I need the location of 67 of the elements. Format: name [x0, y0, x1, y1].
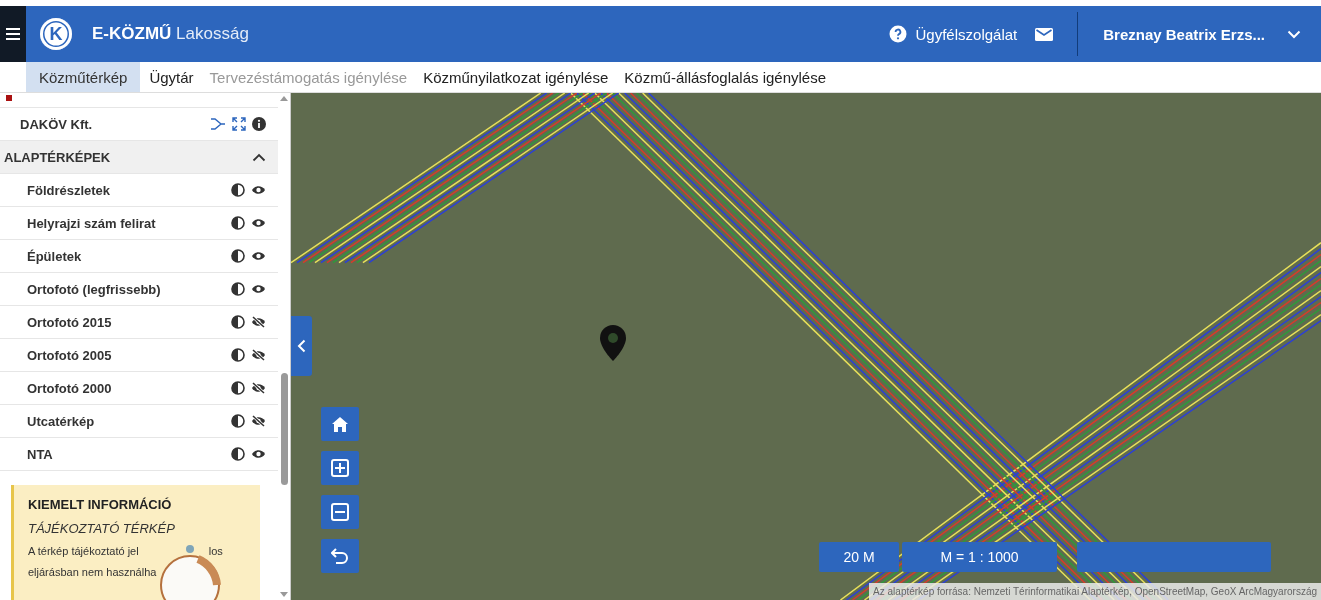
- map-pin-icon: [600, 325, 626, 361]
- satellite-map-placeholder[interactable]: 20 M M = 1 : 1000 Az alaptérkép forrása: Nemzeti Térinformatikai Alaptérkép, OpenStreetMap, GeoX ArcMagyarország: [291, 93, 1321, 600]
- chevron-up-icon: [252, 152, 266, 162]
- layer-name: Földrészletek: [27, 182, 111, 198]
- layer-name: Helyrajzi szám felirat: [27, 215, 156, 231]
- provider-name: DAKÖV Kft.: [20, 116, 94, 132]
- opacity-icon[interactable]: [231, 348, 245, 362]
- menu-button[interactable]: [0, 6, 26, 62]
- scrollbar-thumb[interactable]: [280, 373, 288, 485]
- eye-icon[interactable]: [251, 217, 266, 229]
- home-button[interactable]: [321, 407, 359, 441]
- opacity-icon[interactable]: [231, 183, 245, 197]
- nav-tab[interactable]: Közműtérkép: [26, 62, 141, 92]
- opacity-icon[interactable]: [231, 315, 245, 329]
- chevron-left-icon: [297, 339, 306, 353]
- collapse-panel-button[interactable]: [291, 316, 312, 376]
- eye-off-icon[interactable]: [251, 316, 266, 328]
- fullscreen-icon[interactable]: [232, 117, 246, 131]
- map-attribution: Az alaptérkép forrása: Nemzeti Térinformatikai Alaptérkép, OpenStreetMap, GeoX ArcMagyarország: [869, 583, 1321, 600]
- opacity-icon[interactable]: [231, 282, 245, 296]
- layer-name: Ortofotó 2000: [27, 380, 112, 396]
- opacity-icon[interactable]: [231, 381, 245, 395]
- eye-icon[interactable]: [251, 184, 266, 196]
- zoom-out-button[interactable]: [321, 495, 359, 529]
- help-icon: [888, 25, 907, 43]
- brand-title: E-KÖZMŰ Lakosság: [92, 24, 249, 44]
- eye-icon[interactable]: [251, 448, 266, 460]
- scroll-down-icon[interactable]: [280, 592, 288, 597]
- eye-icon[interactable]: [251, 283, 266, 295]
- info-text: eljárásban nem használha: [28, 566, 157, 578]
- info-text: los: [208, 545, 223, 557]
- layer-name: NTA: [27, 446, 53, 462]
- undo-icon: [331, 548, 349, 564]
- eye-off-icon[interactable]: [251, 382, 266, 394]
- eye-off-icon[interactable]: [251, 349, 266, 361]
- scale-bar: 20 M: [819, 542, 899, 572]
- info-text: A térkép tájékoztató jel: [28, 545, 139, 557]
- layer-name: Utcatérkép: [27, 413, 95, 429]
- zoom-in-icon: [331, 459, 349, 477]
- logo-circle: K: [40, 18, 72, 50]
- opacity-icon[interactable]: [231, 414, 245, 428]
- layer-color-icon: [6, 95, 12, 101]
- opacity-icon[interactable]: [231, 447, 245, 461]
- section-header[interactable]: ALAPTÉRKÉPEK: [0, 141, 278, 174]
- scroll-up-icon[interactable]: [280, 96, 288, 101]
- zoom-out-icon: [331, 503, 349, 521]
- layer-name: Ortofotó (legfrissebb): [27, 281, 161, 297]
- zoom-in-button[interactable]: [321, 451, 359, 485]
- undo-button[interactable]: [321, 539, 359, 573]
- menu-icon: [5, 26, 21, 42]
- opacity-icon[interactable]: [231, 216, 245, 230]
- opacity-icon[interactable]: [231, 249, 245, 263]
- route-icon[interactable]: [210, 117, 226, 131]
- layer-name: Ortofotó 2005: [27, 347, 112, 363]
- info-title: KIEMELT INFORMÁCIÓ: [28, 497, 173, 512]
- eye-icon[interactable]: [251, 250, 266, 262]
- mail-icon[interactable]: [1035, 27, 1054, 41]
- user-menu-button[interactable]: Breznay Beatrix Erzs...: [1103, 25, 1301, 43]
- info-icon[interactable]: [252, 117, 266, 131]
- scale-ratio: M = 1 : 1000: [902, 542, 1057, 572]
- layer-name: Ortofotó 2015: [27, 314, 112, 330]
- info-subtitle: TÁJÉKOZTATÓ TÉRKÉP: [28, 521, 176, 536]
- layer-name: Épületek: [27, 248, 82, 264]
- home-icon: [332, 416, 348, 432]
- eye-off-icon[interactable]: [251, 415, 266, 427]
- support-link[interactable]: Ügyfélszolgálat: [888, 25, 1018, 43]
- chevron-down-icon: [1287, 29, 1301, 39]
